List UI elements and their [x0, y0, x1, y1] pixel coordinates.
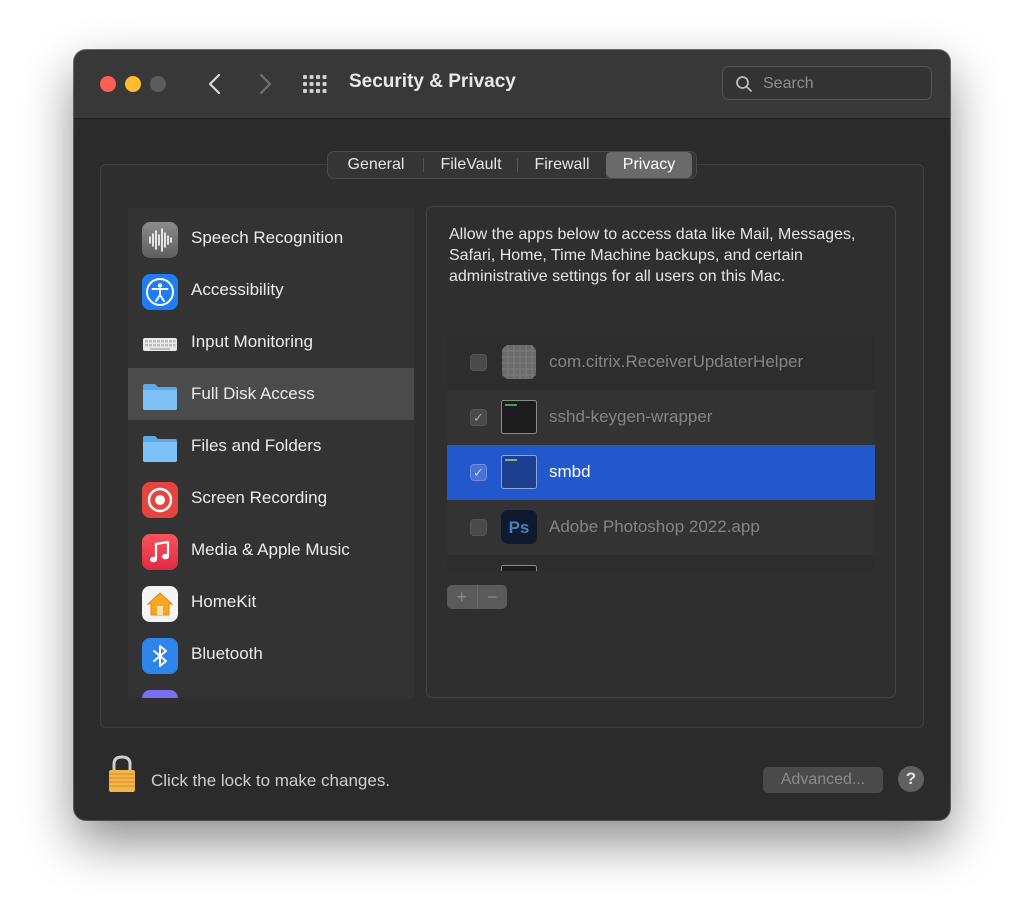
tab-filevault[interactable]: FileVault [424, 152, 518, 178]
app-name: com.citrix.ReceiverUpdaterHelper [549, 352, 804, 371]
sidebar-item-homekit[interactable]: HomeKit [128, 576, 414, 628]
sidebar-item-label: Screen Recording [191, 488, 328, 507]
sidebar-item-partial[interactable] [128, 680, 414, 698]
sidebar-item-label: Accessibility [191, 280, 284, 299]
accessibility-icon [142, 274, 178, 310]
folder-icon [142, 430, 178, 466]
tab-general[interactable]: General [328, 152, 424, 178]
search-icon [736, 76, 752, 92]
app-name: smbd [549, 462, 591, 481]
add-remove-control: + − [447, 585, 507, 609]
home-icon [142, 586, 178, 622]
back-button[interactable] [200, 68, 230, 100]
advanced-button[interactable]: Advanced... [763, 767, 883, 793]
table-row[interactable]: Ps Adobe Photoshop 2022.app [447, 500, 875, 555]
sidebar-item-input-monitoring[interactable]: Input Monitoring [128, 316, 414, 368]
sidebar-item-media-apple-music[interactable]: Media & Apple Music [128, 524, 414, 576]
keyboard-icon [142, 326, 178, 362]
generic-app-icon [501, 565, 537, 571]
table-row[interactable]: ✓ smbd [447, 445, 875, 500]
sidebar-item-label: Full Disk Access [191, 384, 315, 403]
table-row[interactable]: com.citrix.ReceiverUpdaterHelper [447, 335, 875, 390]
folder-icon [142, 378, 178, 414]
close-window-button[interactable] [100, 76, 116, 92]
sidebar-item-speech-recognition[interactable]: Speech Recognition [128, 212, 414, 264]
lock-status-text: Click the lock to make changes. [151, 771, 391, 790]
table-row-partial[interactable] [447, 555, 875, 571]
app-checkbox[interactable] [470, 519, 487, 536]
app-checkbox[interactable]: ✓ [470, 409, 487, 426]
app-access-pane: Allow the apps below to access data like… [426, 206, 896, 698]
music-note-icon [142, 534, 178, 570]
record-icon [142, 482, 178, 518]
tab-firewall[interactable]: Firewall [518, 152, 606, 178]
sidebar-item-bluetooth[interactable]: Bluetooth [128, 628, 414, 680]
app-checkbox[interactable] [470, 354, 487, 371]
lock-button[interactable] [107, 754, 137, 794]
grid-icon [303, 75, 327, 93]
bluetooth-icon [142, 638, 178, 674]
help-button[interactable]: ? [898, 766, 924, 792]
photoshop-icon: Ps [501, 510, 537, 544]
remove-app-button[interactable]: − [478, 585, 508, 609]
generic-app-icon [501, 345, 537, 379]
table-row[interactable]: ✓ sshd-keygen-wrapper [447, 390, 875, 445]
app-name: sshd-keygen-wrapper [549, 407, 713, 426]
sidebar-item-files-and-folders[interactable]: Files and Folders [128, 420, 414, 472]
chevron-left-icon [208, 73, 221, 95]
waveform-icon [142, 222, 178, 258]
sidebar-item-label: HomeKit [191, 592, 257, 611]
sidebar-item-full-disk-access[interactable]: Full Disk Access [128, 368, 414, 420]
forward-button[interactable] [250, 68, 280, 100]
sidebar-item-accessibility[interactable]: Accessibility [128, 264, 414, 316]
titlebar: Security & Privacy [74, 50, 950, 119]
app-list: com.citrix.ReceiverUpdaterHelper ✓ sshd-… [447, 335, 875, 571]
terminal-icon [501, 400, 537, 434]
zoom-window-button[interactable] [150, 76, 166, 92]
sidebar-item-label: Input Monitoring [191, 332, 313, 351]
chevron-right-icon [259, 73, 272, 95]
tab-privacy[interactable]: Privacy [606, 152, 692, 178]
app-checkbox[interactable]: ✓ [470, 464, 487, 481]
lock-icon [109, 755, 135, 792]
sidebar-item-label: Media & Apple Music [191, 540, 350, 559]
search-input[interactable] [761, 73, 925, 95]
terminal-icon [501, 455, 537, 489]
add-app-button[interactable]: + [447, 585, 478, 609]
search-field[interactable] [722, 66, 932, 100]
photoshop-icon-text: Ps [509, 518, 530, 537]
minimize-window-button[interactable] [125, 76, 141, 92]
app-category-icon [142, 690, 178, 698]
sidebar-item-screen-recording[interactable]: Screen Recording [128, 472, 414, 524]
window-title: Security & Privacy [349, 71, 516, 92]
show-all-button[interactable] [302, 74, 328, 94]
privacy-category-list: Speech Recognition Accessibility Input M… [128, 208, 414, 698]
app-name: Adobe Photoshop 2022.app [549, 517, 760, 536]
sidebar-item-label: Bluetooth [191, 644, 263, 663]
access-description: Allow the apps below to access data like… [449, 226, 856, 285]
sidebar-item-label: Speech Recognition [191, 228, 344, 247]
tab-bar: General FileVault Firewall Privacy [327, 151, 697, 179]
security-privacy-window: Security & Privacy General FileVault Fir… [74, 50, 950, 820]
sidebar-item-label: Files and Folders [191, 436, 322, 455]
